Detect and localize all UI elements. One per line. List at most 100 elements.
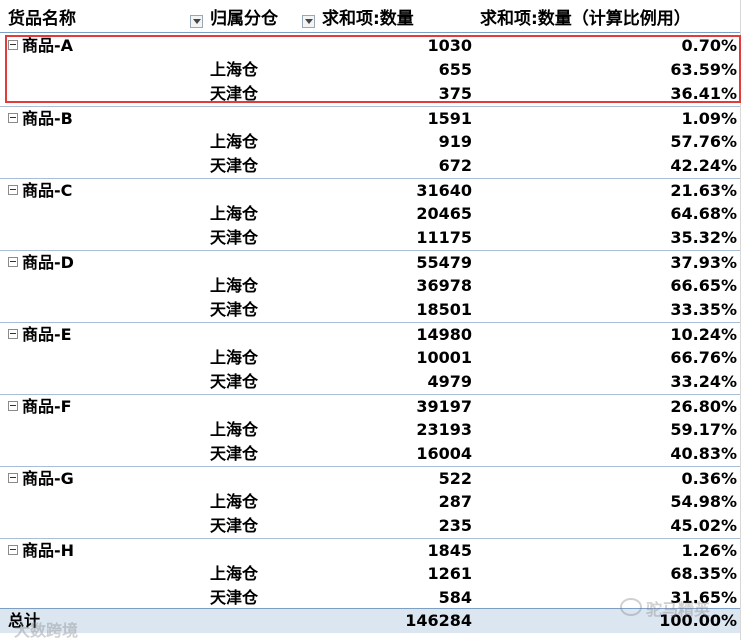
collapse-icon[interactable]: [8, 40, 18, 50]
group-row: 商品-F 39197 26.80%: [0, 394, 740, 419]
product-name-text: 商品-C: [22, 181, 73, 200]
warehouse-pct: 40.83%: [670, 444, 737, 463]
warehouse-name: 上海仓: [210, 60, 259, 79]
group-row: 商品-B 1591 1.09%: [0, 106, 740, 131]
warehouse-row: 天津仓 375 36.41%: [0, 82, 740, 106]
group-pct: 0.36%: [681, 469, 737, 488]
collapse-icon[interactable]: [8, 329, 18, 339]
group-pct: 1.09%: [681, 109, 737, 128]
warehouse-name: 天津仓: [210, 516, 259, 535]
warehouse-row: 天津仓 11175 35.32%: [0, 226, 740, 250]
collapse-icon[interactable]: [8, 545, 18, 555]
collapse-icon[interactable]: [8, 257, 18, 267]
header-warehouse[interactable]: 归属分仓: [210, 6, 278, 32]
warehouse-pct: 59.17%: [670, 420, 737, 439]
warehouse-row: 上海仓 919 57.76%: [0, 130, 740, 154]
warehouse-pct: 66.76%: [670, 348, 737, 367]
warehouse-name: 天津仓: [210, 228, 259, 247]
group-pct: 21.63%: [670, 181, 737, 200]
group-qty: 522: [438, 469, 472, 488]
header-sum-qty-pct[interactable]: 求和项:数量（计算比例用）: [480, 6, 691, 32]
group-pct: 10.24%: [670, 325, 737, 344]
warehouse-pct: 36.41%: [670, 84, 737, 103]
product-name[interactable]: 商品-F: [8, 395, 72, 419]
warehouse-qty: 375: [438, 84, 472, 103]
warehouse-name: 上海仓: [210, 492, 259, 511]
group-qty: 55479: [416, 253, 472, 272]
warehouse-pct: 54.98%: [670, 492, 737, 511]
total-qty: 146284: [405, 611, 472, 630]
warehouse-row: 天津仓 18501 33.35%: [0, 298, 740, 322]
warehouse-row: 天津仓 4979 33.24%: [0, 370, 740, 394]
product-name-text: 商品-D: [22, 253, 74, 272]
warehouse-name: 上海仓: [210, 420, 259, 439]
header-sum-qty[interactable]: 求和项:数量: [322, 6, 414, 32]
warehouse-pct: 45.02%: [670, 516, 737, 535]
warehouse-qty: 11175: [416, 228, 472, 247]
warehouse-qty: 36978: [416, 276, 472, 295]
product-name[interactable]: 商品-E: [8, 323, 72, 347]
group-qty: 39197: [416, 397, 472, 416]
collapse-icon[interactable]: [8, 113, 18, 123]
warehouse-name: 上海仓: [210, 348, 259, 367]
header-row: 货品名称 归属分仓 求和项:数量 求和项:数量（计算比例用）: [0, 6, 740, 33]
group-qty: 1845: [427, 541, 472, 560]
warehouse-pct: 33.24%: [670, 372, 737, 391]
warehouse-row: 上海仓 20465 64.68%: [0, 202, 740, 226]
group-qty: 31640: [416, 181, 472, 200]
product-filter-dropdown-icon[interactable]: [190, 15, 203, 28]
group-row: 商品-G 522 0.36%: [0, 466, 740, 491]
header-product-name[interactable]: 货品名称: [8, 6, 76, 32]
warehouse-name: 天津仓: [210, 84, 259, 103]
collapse-icon[interactable]: [8, 185, 18, 195]
group-row: 商品-E 14980 10.24%: [0, 322, 740, 347]
product-name-text: 商品-H: [22, 541, 75, 560]
warehouse-row: 天津仓 672 42.24%: [0, 154, 740, 178]
watermark-right: 驼马精英: [646, 600, 711, 619]
product-name[interactable]: 商品-A: [8, 34, 73, 58]
warehouse-pct: 57.76%: [670, 132, 737, 151]
product-name-text: 商品-G: [22, 469, 74, 488]
warehouse-row: 上海仓 23193 59.17%: [0, 418, 740, 442]
warehouse-qty: 1261: [427, 564, 472, 583]
warehouse-name: 上海仓: [210, 564, 259, 583]
warehouse-qty: 23193: [416, 420, 472, 439]
warehouse-name: 天津仓: [210, 588, 259, 607]
collapse-icon[interactable]: [8, 401, 18, 411]
warehouse-name: 上海仓: [210, 276, 259, 295]
warehouse-row: 上海仓 1261 68.35%: [0, 562, 740, 586]
warehouse-pct: 63.59%: [670, 60, 737, 79]
group-row: 商品-H 1845 1.26%: [0, 538, 740, 563]
warehouse-qty: 20465: [416, 204, 472, 223]
grid-line: [740, 0, 741, 640]
warehouse-name: 天津仓: [210, 372, 259, 391]
warehouse-qty: 235: [438, 516, 472, 535]
collapse-icon[interactable]: [8, 473, 18, 483]
product-name[interactable]: 商品-H: [8, 539, 74, 563]
group-qty: 1030: [427, 36, 472, 55]
product-name[interactable]: 商品-C: [8, 179, 72, 203]
product-name-text: 商品-E: [22, 325, 72, 344]
product-name[interactable]: 商品-D: [8, 251, 74, 275]
warehouse-qty: 919: [438, 132, 472, 151]
warehouse-pct: 33.35%: [670, 300, 737, 319]
warehouse-filter-dropdown-icon[interactable]: [302, 15, 315, 28]
group-row: 商品-D 55479 37.93%: [0, 250, 740, 275]
warehouse-row: 上海仓 10001 66.76%: [0, 346, 740, 370]
product-name[interactable]: 商品-B: [8, 107, 73, 131]
warehouse-qty: 655: [438, 60, 472, 79]
group-row: 商品-A 1030 0.70%: [0, 34, 740, 58]
warehouse-pct: 35.32%: [670, 228, 737, 247]
warehouse-name: 天津仓: [210, 444, 259, 463]
warehouse-row: 上海仓 287 54.98%: [0, 490, 740, 514]
warehouse-pct: 66.65%: [670, 276, 737, 295]
group-pct: 0.70%: [681, 36, 737, 55]
warehouse-qty: 584: [438, 588, 472, 607]
warehouse-qty: 16004: [416, 444, 472, 463]
warehouse-qty: 672: [438, 156, 472, 175]
product-name-text: 商品-F: [22, 397, 72, 416]
warehouse-name: 上海仓: [210, 204, 259, 223]
warehouse-qty: 10001: [416, 348, 472, 367]
pivot-table-sheet: 货品名称 归属分仓 求和项:数量 求和项:数量（计算比例用） 商品-A 1030 0…: [0, 0, 748, 640]
product-name[interactable]: 商品-G: [8, 467, 74, 491]
